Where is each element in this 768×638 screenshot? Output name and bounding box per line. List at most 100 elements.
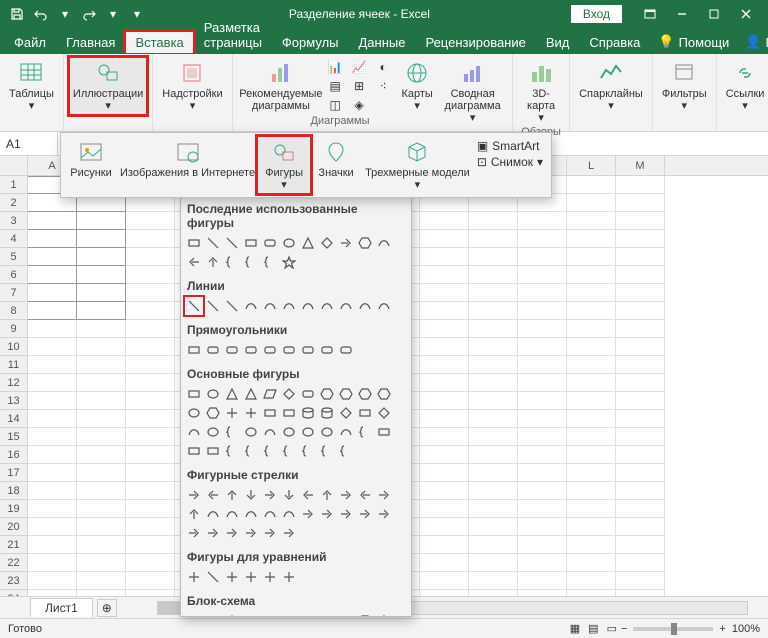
row-header[interactable]: 21 [0,536,28,554]
shape-arrow[interactable] [185,486,203,504]
cell[interactable] [567,356,616,374]
shape-rrect[interactable] [280,341,298,359]
cell[interactable] [77,356,126,374]
cell[interactable] [77,266,126,284]
cell[interactable] [616,230,665,248]
shape-brace[interactable] [337,442,355,460]
cell[interactable] [616,320,665,338]
undo-more-icon[interactable]: ▾ [54,3,76,25]
cell[interactable] [616,356,665,374]
row-header[interactable]: 20 [0,518,28,536]
cell[interactable] [567,572,616,590]
cell[interactable] [77,338,126,356]
cell[interactable] [469,392,518,410]
tab-insert[interactable]: Вставка [125,31,193,54]
zoom-level[interactable]: 100% [732,623,760,635]
shape-brace[interactable] [280,442,298,460]
cell[interactable] [567,248,616,266]
shape-arrow[interactable] [356,505,374,523]
row-header[interactable]: 13 [0,392,28,410]
shape-curve[interactable] [318,297,336,315]
shape-oval[interactable] [242,423,260,441]
cell[interactable] [420,446,469,464]
shape-curve[interactable] [223,505,241,523]
shape-rect[interactable] [185,234,203,252]
shape-arrowL[interactable] [356,486,374,504]
shape-arrow[interactable] [280,524,298,542]
cell[interactable] [420,518,469,536]
shape-plus[interactable] [242,404,260,422]
cell[interactable] [469,518,518,536]
qat-customize-icon[interactable]: ▾ [126,3,148,25]
cell[interactable] [420,536,469,554]
row-header[interactable]: 12 [0,374,28,392]
shape-arrowU[interactable] [204,253,222,271]
select-all-triangle[interactable] [0,156,28,175]
cell[interactable] [28,446,77,464]
cell[interactable] [420,554,469,572]
cell[interactable] [518,464,567,482]
cell[interactable] [518,248,567,266]
cell[interactable] [469,374,518,392]
shape-para[interactable] [261,385,279,403]
shape-arrowL[interactable] [299,486,317,504]
shape-line[interactable] [204,568,222,586]
shape-arrow[interactable] [204,524,222,542]
cell[interactable] [28,230,77,248]
cell[interactable] [126,410,175,428]
shape-brace[interactable] [356,423,374,441]
cell[interactable] [126,248,175,266]
shape-rrect[interactable] [223,341,241,359]
shapes-gallery[interactable]: Последние использованные фигуры Линии Пр… [180,197,412,617]
cell[interactable] [126,536,175,554]
zoom-out-icon[interactable]: − [621,623,627,635]
cell[interactable] [567,266,616,284]
shape-rrect[interactable] [299,341,317,359]
undo-icon[interactable] [30,3,52,25]
cell[interactable] [77,500,126,518]
row-header[interactable]: 23 [0,572,28,590]
cell[interactable] [567,338,616,356]
cell[interactable] [77,212,126,230]
shape-arrow[interactable] [261,524,279,542]
cell[interactable] [126,518,175,536]
cell[interactable] [469,554,518,572]
shape-rrect[interactable] [242,341,260,359]
shape-hex[interactable] [204,404,222,422]
shape-oval[interactable] [299,423,317,441]
shape-cyl[interactable] [318,404,336,422]
cell[interactable] [126,374,175,392]
cell[interactable] [616,554,665,572]
3d-map-button[interactable]: 3D-карта▾ [519,58,563,126]
cell[interactable] [567,464,616,482]
row-header[interactable]: 1 [0,176,28,194]
hierarchy-chart-icon[interactable]: ▤ [323,77,347,95]
stat-chart-icon[interactable]: ⊞ [347,77,371,95]
cell[interactable] [567,392,616,410]
scatter-chart-icon[interactable]: ⁖ [371,77,395,95]
row-header[interactable]: 9 [0,320,28,338]
cell[interactable] [616,266,665,284]
cell[interactable] [77,446,126,464]
shape-arrow[interactable] [337,234,355,252]
cell[interactable] [126,464,175,482]
shape-curve[interactable] [261,505,279,523]
cell[interactable] [616,374,665,392]
cell[interactable] [469,482,518,500]
cell[interactable] [420,284,469,302]
shape-arrowU[interactable] [223,486,241,504]
cell[interactable] [567,536,616,554]
shape-plus[interactable] [261,568,279,586]
cell[interactable] [420,320,469,338]
cell[interactable] [469,284,518,302]
cell[interactable] [77,554,126,572]
shape-curve[interactable] [337,297,355,315]
cell[interactable] [567,554,616,572]
cell[interactable] [28,410,77,428]
shape-curve[interactable] [261,423,279,441]
cell[interactable] [126,356,175,374]
cell[interactable] [420,482,469,500]
cell[interactable] [518,284,567,302]
redo-icon[interactable] [78,3,100,25]
shape-plus[interactable] [223,404,241,422]
